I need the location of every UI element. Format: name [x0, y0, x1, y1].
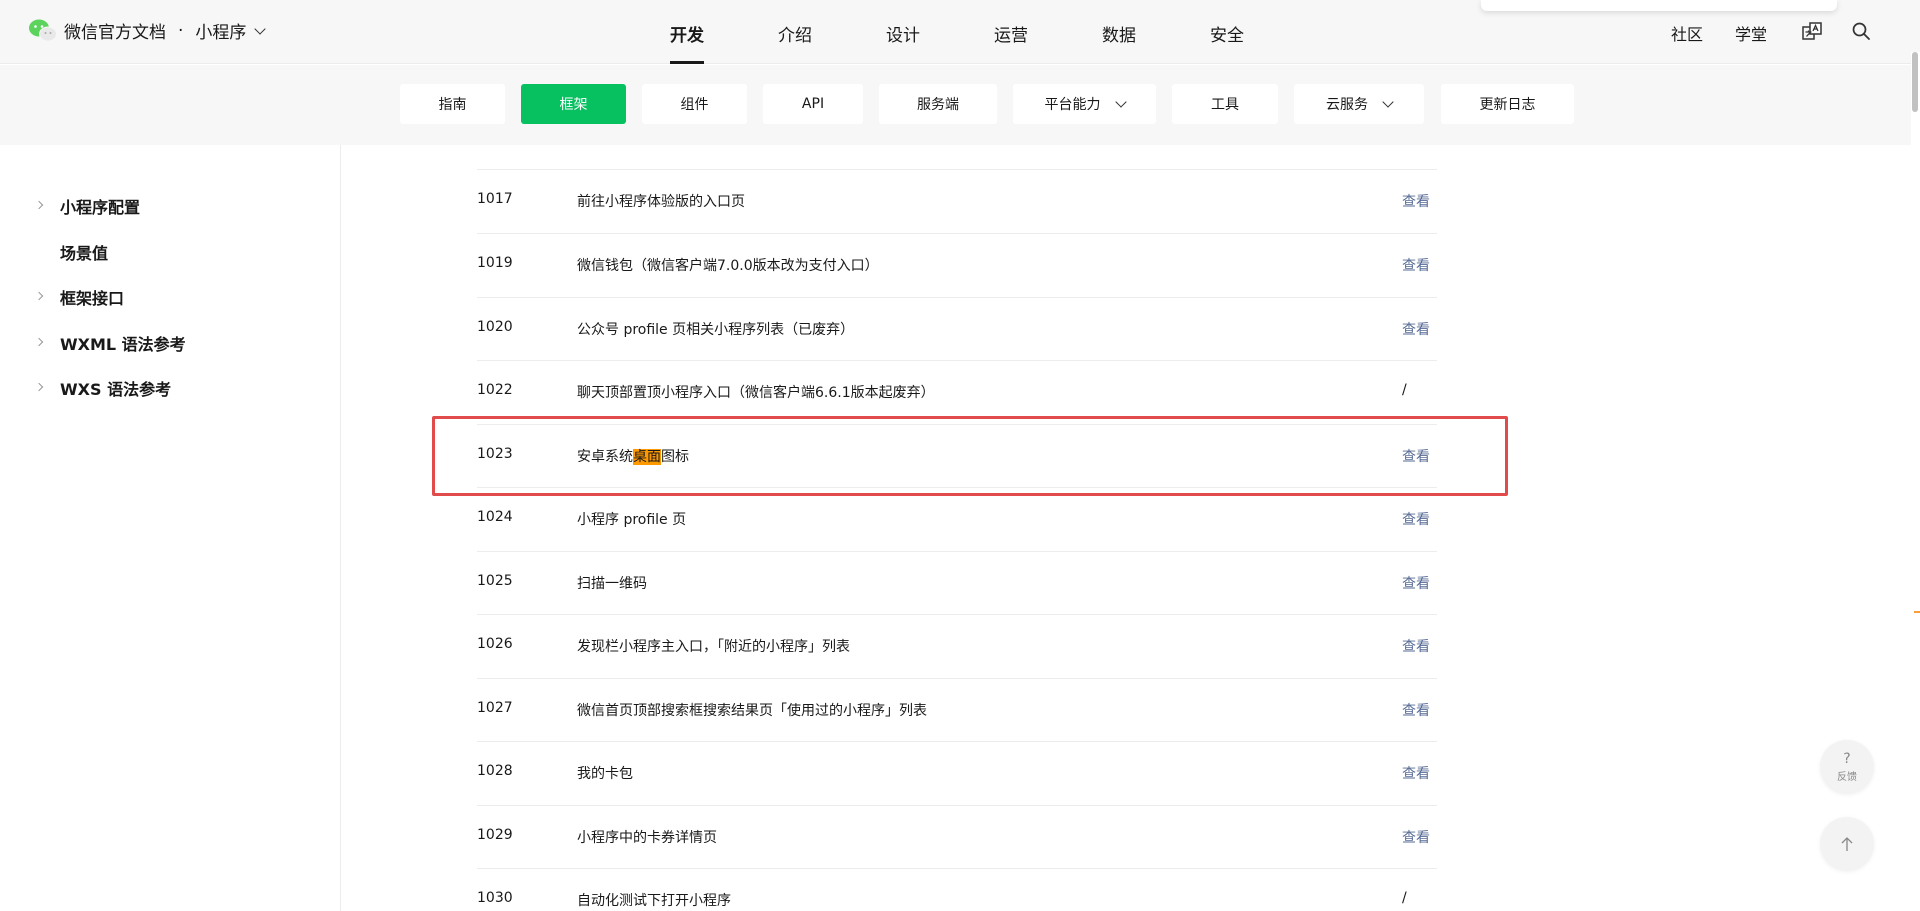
search-result-marker [1914, 611, 1920, 613]
scene-code: 1026 [477, 636, 513, 652]
scene-code: 1017 [477, 191, 513, 207]
nav-academy[interactable]: 学堂 [1735, 21, 1767, 45]
tab-label: 平台能力 [1044, 97, 1101, 113]
table-row: 1019 微信钱包（微信客户端7.0.0版本改为支付入口） 查看 [477, 233, 1437, 297]
table-row: 1028 我的卡包 查看 [477, 741, 1437, 805]
view-link[interactable]: 查看 [1402, 319, 1430, 339]
view-link[interactable]: 查看 [1402, 573, 1430, 593]
tab-label: 云服务 [1326, 97, 1368, 113]
scrollbar-track[interactable] [1911, 52, 1920, 911]
view-link[interactable]: 查看 [1402, 255, 1430, 275]
annotation-box [432, 416, 1508, 496]
back-to-top-button[interactable] [1820, 817, 1874, 871]
tab-server[interactable]: 服务端 [879, 84, 997, 124]
sidebar-item-wxs[interactable]: WXS 语法参考 [60, 376, 171, 400]
nav-security[interactable]: 安全 [1210, 21, 1244, 46]
scene-code: 1024 [477, 509, 513, 525]
tab-label: 框架 [559, 97, 588, 113]
tab-label: 组件 [680, 97, 709, 113]
tab-platform-capabilities[interactable]: 平台能力 [1013, 84, 1156, 124]
scene-desc: 发现栏小程序主入口，「附近的小程序」列表 [577, 639, 850, 655]
view-link[interactable]: 查看 [1402, 763, 1430, 783]
translate-icon[interactable] [1802, 21, 1822, 45]
scene-code: 1022 [477, 382, 513, 398]
sub-nav: 指南 框架 组件 API 服务端 平台能力 工具 云服务 更新日志 [0, 65, 1920, 145]
feedback-button[interactable]: ? 反馈 [1820, 740, 1874, 794]
tab-label: 工具 [1211, 97, 1239, 113]
top-bar: 微信官方文档 · 小程序 开发 介绍 设计 运营 数据 安全 社区 学堂 [0, 0, 1920, 64]
tab-label: 指南 [438, 97, 467, 113]
scene-desc: 前往小程序体验版的入口页 [577, 194, 745, 210]
view-link[interactable]: 查看 [1402, 700, 1430, 720]
table-row: 1022 聊天顶部置顶小程序入口（微信客户端6.6.1版本起废弃） / [477, 360, 1437, 424]
view-link[interactable]: 查看 [1402, 509, 1430, 529]
scene-desc: 扫描一维码 [577, 576, 647, 592]
table-row: 1020 公众号 profile 页相关小程序列表（已废弃） 查看 [477, 297, 1437, 361]
table-row: 1025 扫描一维码 查看 [477, 551, 1437, 615]
main-nav: 开发 介绍 设计 运营 数据 安全 [0, 0, 1920, 64]
chevron-right-icon[interactable] [34, 337, 44, 347]
scene-code: 1030 [477, 890, 513, 906]
chevron-right-icon[interactable] [34, 382, 44, 392]
nav-data[interactable]: 数据 [1102, 21, 1136, 46]
table-row: 1030 自动化测试下打开小程序 / [477, 868, 1437, 911]
scene-code: 1029 [477, 827, 513, 843]
active-nav-indicator [670, 61, 704, 64]
scene-code: 1025 [477, 573, 513, 589]
nav-develop[interactable]: 开发 [670, 21, 704, 46]
sidebar-item-config[interactable]: 小程序配置 [60, 194, 140, 218]
scene-desc: 公众号 profile 页相关小程序列表（已废弃） [577, 322, 855, 338]
scene-desc: 微信钱包（微信客户端7.0.0版本改为支付入口） [577, 258, 879, 274]
scrollbar-thumb[interactable] [1912, 52, 1918, 112]
feedback-label: 反馈 [1837, 771, 1857, 783]
table-row: 1017 前往小程序体验版的入口页 查看 [477, 169, 1437, 233]
no-link: / [1402, 382, 1407, 398]
scene-code: 1019 [477, 255, 513, 271]
sidebar: 小程序配置 场景值 框架接口 WXML 语法参考 WXS 语法参考 [0, 145, 341, 911]
chevron-right-icon[interactable] [34, 200, 44, 210]
table-row: 1024 小程序 profile 页 查看 [477, 487, 1437, 551]
tab-label: API [801, 96, 825, 112]
table-row: 1027 微信首页顶部搜索框搜索结果页「使用过的小程序」列表 查看 [477, 678, 1437, 742]
tab-guide[interactable]: 指南 [400, 84, 505, 124]
scene-desc: 自动化测试下打开小程序 [577, 893, 731, 909]
search-icon[interactable] [1851, 21, 1871, 45]
sidebar-item-wxml[interactable]: WXML 语法参考 [60, 331, 186, 355]
view-link[interactable]: 查看 [1402, 827, 1430, 847]
scene-value-table: 1017 前往小程序体验版的入口页 查看 1019 微信钱包（微信客户端7.0.… [342, 145, 1911, 911]
tab-label: 服务端 [917, 97, 959, 113]
scene-desc: 微信首页顶部搜索框搜索结果页「使用过的小程序」列表 [577, 703, 927, 719]
scene-code: 1027 [477, 700, 513, 716]
scene-desc: 我的卡包 [577, 766, 633, 782]
scene-code: 1028 [477, 763, 513, 779]
tab-framework[interactable]: 框架 [521, 84, 626, 124]
table-row: 1026 发现栏小程序主入口，「附近的小程序」列表 查看 [477, 614, 1437, 678]
nav-design[interactable]: 设计 [886, 21, 920, 46]
chevron-down-icon [1382, 96, 1394, 108]
nav-intro[interactable]: 介绍 [778, 21, 812, 46]
chevron-right-icon[interactable] [34, 291, 44, 301]
tab-tools[interactable]: 工具 [1172, 84, 1278, 124]
view-link[interactable]: 查看 [1402, 191, 1430, 211]
nav-operations[interactable]: 运营 [994, 21, 1028, 46]
scene-desc: 小程序 profile 页 [577, 512, 687, 528]
no-link: / [1402, 890, 1407, 906]
arrow-up-icon [1841, 837, 1853, 851]
tab-api[interactable]: API [763, 84, 863, 124]
sidebar-item-scene[interactable]: 场景值 [60, 240, 108, 264]
nav-community[interactable]: 社区 [1671, 21, 1703, 45]
question-icon: ? [1843, 750, 1851, 767]
scene-code: 1020 [477, 319, 513, 335]
table-row: 1029 小程序中的卡券详情页 查看 [477, 805, 1437, 869]
tab-label: 更新日志 [1479, 97, 1536, 113]
tab-components[interactable]: 组件 [642, 84, 747, 124]
sidebar-item-framework-api[interactable]: 框架接口 [60, 285, 124, 309]
tab-cloud-service[interactable]: 云服务 [1294, 84, 1424, 124]
scene-desc: 聊天顶部置顶小程序入口（微信客户端6.6.1版本起废弃） [577, 385, 935, 401]
scene-desc: 小程序中的卡券详情页 [577, 830, 717, 846]
view-link[interactable]: 查看 [1402, 636, 1430, 656]
chevron-down-icon [1114, 96, 1127, 108]
tab-changelog[interactable]: 更新日志 [1441, 84, 1574, 124]
